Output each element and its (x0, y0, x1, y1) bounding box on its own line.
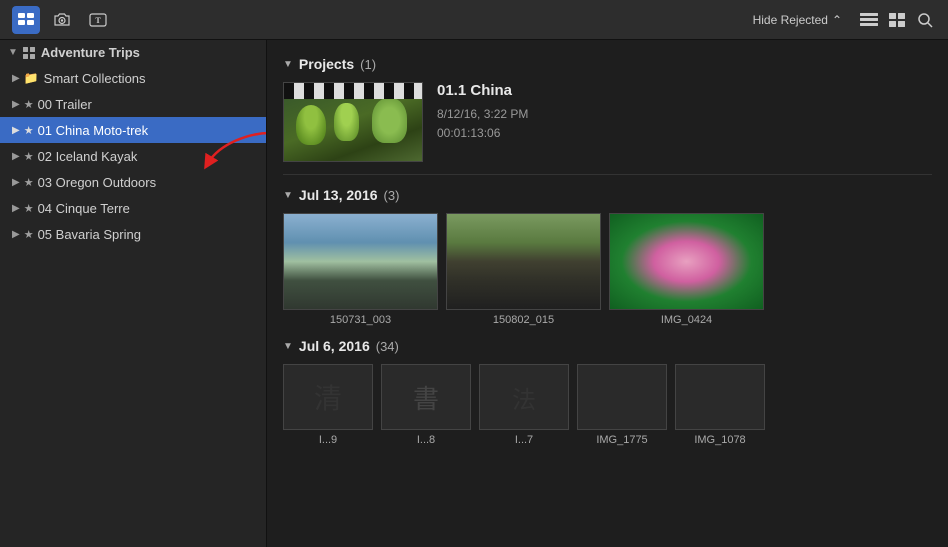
projects-chevron[interactable]: ▼ (283, 59, 293, 70)
photo-item-i9[interactable]: 清 I...9 (283, 364, 373, 446)
photo-thumb-road (446, 213, 601, 310)
jul6-section-header: ▼ Jul 6, 2016 (34) (283, 338, 932, 354)
toolbar: T Hide Rejected ⌃ (0, 0, 948, 40)
grid-icon (22, 46, 36, 60)
photo-label-jul6-1: I...8 (417, 434, 435, 446)
jul6-title: Jul 6, 2016 (34) (299, 338, 399, 354)
view-icons (858, 9, 936, 31)
sidebar-item-01-china-moto-trek[interactable]: ▶ ★ 01 China Moto-trek (0, 117, 266, 143)
jul13-chevron[interactable]: ▼ (283, 190, 293, 201)
photo-label-1: 150802_015 (493, 314, 554, 326)
sidebar-group-adventure-trips[interactable]: ▼ Adventure Trips (0, 40, 266, 65)
projects-title: Projects (1) (299, 56, 376, 72)
photo-thumb-calligraphy1: 清 (283, 364, 373, 430)
group-chevron: ▼ (8, 47, 18, 58)
title-icon[interactable]: T (84, 6, 112, 34)
photo-label-jul6-4: IMG_1078 (694, 434, 745, 446)
sidebar-item-00-trailer[interactable]: ▶ ★ 00 Trailer (0, 91, 266, 117)
photo-thumb-flower (609, 213, 764, 310)
project-item-china[interactable]: 01.1 China 8/12/16, 3:22 PM 00:01:13:06 (283, 82, 932, 162)
star-icon-02: ★ (24, 150, 34, 163)
sidebar-item-05-bavaria-spring[interactable]: ▶ ★ 05 Bavaria Spring (0, 221, 266, 247)
sidebar: ▼ Adventure Trips ▶ 📁 Smart Collections … (0, 40, 267, 547)
photo-item-i7[interactable]: 法 I...7 (479, 364, 569, 446)
grid-view-icon[interactable] (886, 9, 908, 31)
sidebar-item-smart-collections[interactable]: ▶ 📁 Smart Collections (0, 65, 266, 91)
photo-label-0: 150731_003 (330, 314, 391, 326)
svg-text:T: T (95, 16, 101, 25)
project-info: 01.1 China 8/12/16, 3:22 PM 00:01:13:06 (437, 82, 932, 143)
project-meta: 8/12/16, 3:22 PM 00:01:13:06 (437, 105, 932, 143)
photo-thumb-mountain (283, 213, 438, 310)
divider-1 (283, 174, 932, 175)
photo-label-jul6-0: I...9 (319, 434, 337, 446)
hide-rejected-button[interactable]: Hide Rejected ⌃ (753, 13, 842, 27)
photo-thumb-landscape2 (675, 364, 765, 430)
photo-label-jul6-3: IMG_1775 (596, 434, 647, 446)
photo-item-150731003[interactable]: 150731_003 (283, 213, 438, 326)
list-view-icon[interactable] (858, 9, 880, 31)
jul13-photo-grid: 150731_003 150802_015 IMG_0424 (283, 213, 932, 326)
libraries-icon[interactable] (12, 6, 40, 34)
photo-label-jul6-2: I...7 (515, 434, 533, 446)
photo-thumb-landscape1 (577, 364, 667, 430)
folder-icon: 📁 (24, 71, 39, 85)
camera-icon[interactable] (48, 6, 76, 34)
photo-item-img1775[interactable]: IMG_1775 (577, 364, 667, 446)
star-icon-00: ★ (24, 98, 34, 111)
photo-thumb-calligraphy3: 法 (479, 364, 569, 430)
toolbar-right: Hide Rejected ⌃ (753, 9, 936, 31)
jul6-chevron[interactable]: ▼ (283, 341, 293, 352)
group-label: Adventure Trips (41, 45, 140, 60)
photo-item-img1078[interactable]: IMG_1078 (675, 364, 765, 446)
content-area: ▼ Projects (1) 01.1 China 8/12/16, 3:22 … (267, 40, 948, 547)
sidebar-item-02-iceland-kayak[interactable]: ▶ ★ 02 Iceland Kayak (0, 143, 266, 169)
star-icon-03: ★ (24, 176, 34, 189)
search-icon[interactable] (914, 9, 936, 31)
jul13-section-header: ▼ Jul 13, 2016 (3) (283, 187, 932, 203)
photo-item-img0424[interactable]: IMG_0424 (609, 213, 764, 326)
jul13-title: Jul 13, 2016 (3) (299, 187, 400, 203)
photo-label-2: IMG_0424 (661, 314, 712, 326)
sidebar-item-03-oregon-outdoors[interactable]: ▶ ★ 03 Oregon Outdoors (0, 169, 266, 195)
star-icon-01: ★ (24, 124, 34, 137)
star-icon-05: ★ (24, 228, 34, 241)
photo-item-150802015[interactable]: 150802_015 (446, 213, 601, 326)
toolbar-left: T (12, 6, 112, 34)
photo-thumb-calligraphy2: 書 (381, 364, 471, 430)
photo-item-i8[interactable]: 書 I...8 (381, 364, 471, 446)
sidebar-item-04-cinque-terre[interactable]: ▶ ★ 04 Cinque Terre (0, 195, 266, 221)
project-name: 01.1 China (437, 82, 932, 99)
projects-section-header: ▼ Projects (1) (283, 56, 932, 72)
main-layout: ▼ Adventure Trips ▶ 📁 Smart Collections … (0, 40, 948, 547)
star-icon-04: ★ (24, 202, 34, 215)
jul6-photo-grid: 清 I...9 書 I...8 法 I...7 IMG_1775 IMG_107… (283, 364, 932, 446)
project-thumbnail (283, 82, 423, 162)
